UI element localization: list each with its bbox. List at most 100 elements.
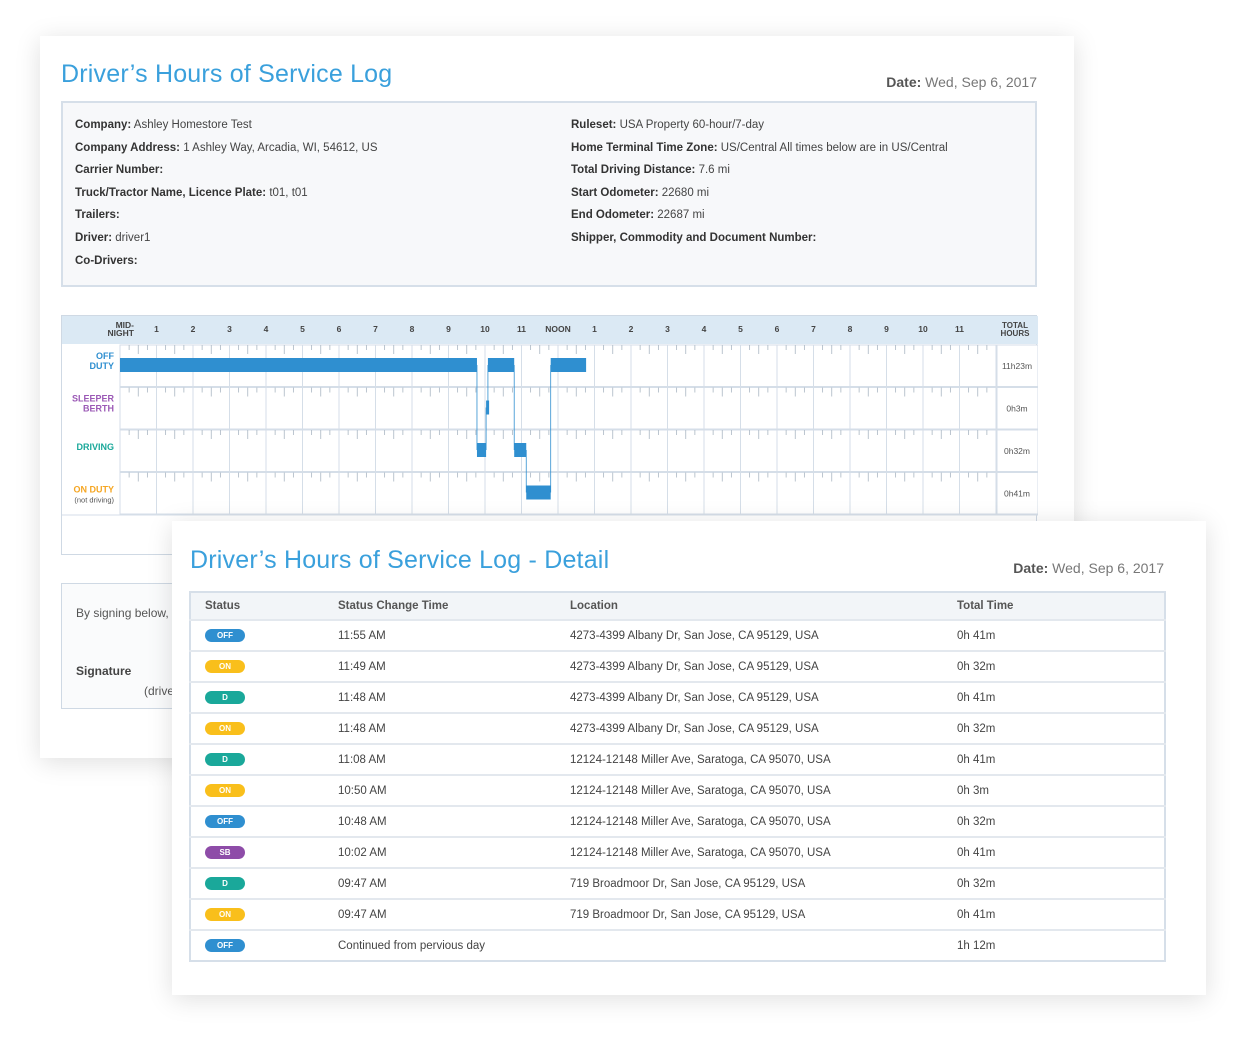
status-cell: OFF: [190, 619, 324, 651]
status-cell: ON: [190, 650, 324, 682]
info-company-address: Company Address: 1 Ashley Way, Arcadia, …: [75, 142, 378, 154]
info-label: Company Address:: [75, 141, 181, 154]
info-label: Driver:: [75, 232, 113, 244]
info-value: US/Central All times below are in US/Cen…: [720, 141, 948, 154]
info-value: Ashley Homestore Test: [133, 119, 252, 131]
hour-label: 8: [410, 324, 415, 334]
total-value-off: 11h23m: [1002, 361, 1032, 371]
info-trailers: Trailers:: [75, 209, 120, 221]
hour-label: 7: [811, 324, 816, 334]
total-value-on: 0h41m: [1004, 489, 1030, 499]
status-badge: D: [205, 877, 245, 890]
hour-label: 3: [665, 324, 670, 334]
info-ruleset: Ruleset: USA Property 60-hour/7-day: [571, 119, 764, 131]
info-label: Total Driving Distance:: [571, 164, 696, 177]
location-cell: 4273-4399 Albany Dr, San Jose, CA 95129,…: [556, 650, 943, 682]
status-cell: SB: [190, 836, 324, 868]
location-cell: 719 Broadmoor Dr, San Jose, CA 95129, US…: [556, 867, 943, 899]
hour-label: 2: [191, 324, 196, 334]
status-badge: ON: [205, 660, 245, 673]
status-badge: ON: [205, 722, 245, 735]
status-cell: ON: [190, 898, 324, 930]
hour-label: 2: [629, 324, 634, 334]
status-cell: OFF: [190, 929, 324, 961]
detail-row: D 09:47 AM 719 Broadmoor Dr, San Jose, CA …: [190, 867, 1165, 899]
detail-row: D 11:48 AM 4273-4399 Albany Dr, San Jose, …: [190, 681, 1165, 713]
detail-date-value: Wed, Sep 6, 2017: [1052, 560, 1164, 576]
detail-row: OFF 11:55 AM 4273-4399 Albany Dr, San Jose…: [190, 619, 1165, 651]
duty-segment: [514, 443, 527, 457]
hos-detail-card: Driver’s Hours of Service Log - Detail D…: [172, 521, 1206, 995]
hour-label: 5: [300, 324, 305, 334]
duty-segment: [120, 358, 477, 372]
info-label: Start Odometer:: [571, 186, 659, 199]
col-status: Status: [190, 592, 324, 620]
info-label: End Odometer:: [571, 209, 655, 222]
location-cell: 12124-12148 Miller Ave, Saratoga, CA 950…: [556, 805, 943, 837]
hour-label: NOON: [545, 324, 571, 334]
info-co-drivers: Co-Drivers:: [75, 255, 138, 267]
hour-label: 11: [955, 324, 964, 334]
status-badge: D: [205, 691, 245, 704]
hour-label: 9: [446, 324, 451, 334]
detail-row: ON 10:50 AM 12124-12148 Miller Ave, Sarato…: [190, 774, 1165, 806]
location-cell: 4273-4399 Albany Dr, San Jose, CA 95129,…: [556, 619, 943, 651]
status-change-time-cell: 10:50 AM: [324, 774, 556, 806]
location-cell: 4273-4399 Albany Dr, San Jose, CA 95129,…: [556, 712, 943, 744]
col-total-time: Total Time: [943, 592, 1165, 620]
log-info-box: Company: Ashley Homestore Test Company Ad…: [61, 101, 1037, 287]
status-badge: OFF: [205, 629, 245, 642]
hour-label: 11: [517, 324, 526, 334]
log-date-value: Wed, Sep 6, 2017: [925, 74, 1037, 90]
total-time-cell: 0h 41m: [943, 681, 1165, 713]
status-change-time-cell: 11:49 AM: [324, 650, 556, 682]
hour-label: 8: [848, 324, 853, 334]
location-cell: 719 Broadmoor Dr, San Jose, CA 95129, US…: [556, 898, 943, 930]
status-cell: OFF: [190, 805, 324, 837]
info-label: Truck/Tractor Name, Licence Plate:: [75, 186, 267, 199]
total-value-d: 0h32m: [1004, 446, 1030, 456]
hour-label: 3: [227, 324, 232, 334]
location-cell: [556, 929, 943, 961]
duty-segment: [487, 358, 515, 372]
hour-label: 4: [702, 324, 707, 334]
hour-label: 9: [884, 324, 889, 334]
status-change-time-cell: 11:08 AM: [324, 743, 556, 775]
log-date-label: Date:: [886, 74, 922, 90]
info-label: Ruleset:: [571, 119, 617, 131]
hour-label: 10: [480, 324, 490, 334]
info-label: Trailers:: [75, 209, 120, 222]
info-start-odometer: Start Odometer: 22680 mi: [571, 187, 709, 199]
signature-label: Signature: [76, 664, 132, 678]
info-carrier-number: Carrier Number:: [75, 164, 163, 176]
detail-header-row: Status Status Change Time Location Total…: [190, 592, 1165, 620]
total-value-sb: 0h3m: [1006, 404, 1027, 414]
hour-label: 4: [264, 324, 269, 334]
status-change-time-cell: 11:48 AM: [324, 681, 556, 713]
status-change-time-cell: 10:02 AM: [324, 836, 556, 868]
status-cell: D: [190, 867, 324, 899]
log-title: Driver’s Hours of Service Log: [61, 60, 393, 88]
status-badge: OFF: [205, 815, 245, 828]
duty-segment: [526, 485, 551, 500]
total-time-cell: 1h 12m: [943, 929, 1165, 961]
info-end-odometer: End Odometer: 22687 mi: [571, 209, 705, 221]
total-time-cell: 0h 41m: [943, 898, 1165, 930]
status-cell: ON: [190, 774, 324, 806]
detail-row: ON 11:48 AM 4273-4399 Albany Dr, San Jose,…: [190, 712, 1165, 744]
hour-label: 6: [775, 324, 780, 334]
col-location: Location: [556, 592, 943, 620]
info-label: Company:: [75, 119, 132, 131]
status-badge: ON: [205, 784, 245, 797]
status-change-time-cell: 11:48 AM: [324, 712, 556, 744]
hour-label: 10: [918, 324, 928, 334]
location-cell: 12124-12148 Miller Ave, Saratoga, CA 950…: [556, 743, 943, 775]
location-cell: 12124-12148 Miller Ave, Saratoga, CA 950…: [556, 836, 943, 868]
info-label: Carrier Number:: [75, 164, 164, 177]
hour-label: 6: [337, 324, 342, 334]
detail-row: ON 09:47 AM 719 Broadmoor Dr, San Jose, CA…: [190, 898, 1165, 930]
info-value: 22687 mi: [657, 209, 705, 222]
row-label-d: DRIVING: [76, 442, 114, 452]
log-date: Date: Wed, Sep 6, 2017: [886, 74, 1037, 90]
status-change-time-cell: 10:48 AM: [324, 805, 556, 837]
